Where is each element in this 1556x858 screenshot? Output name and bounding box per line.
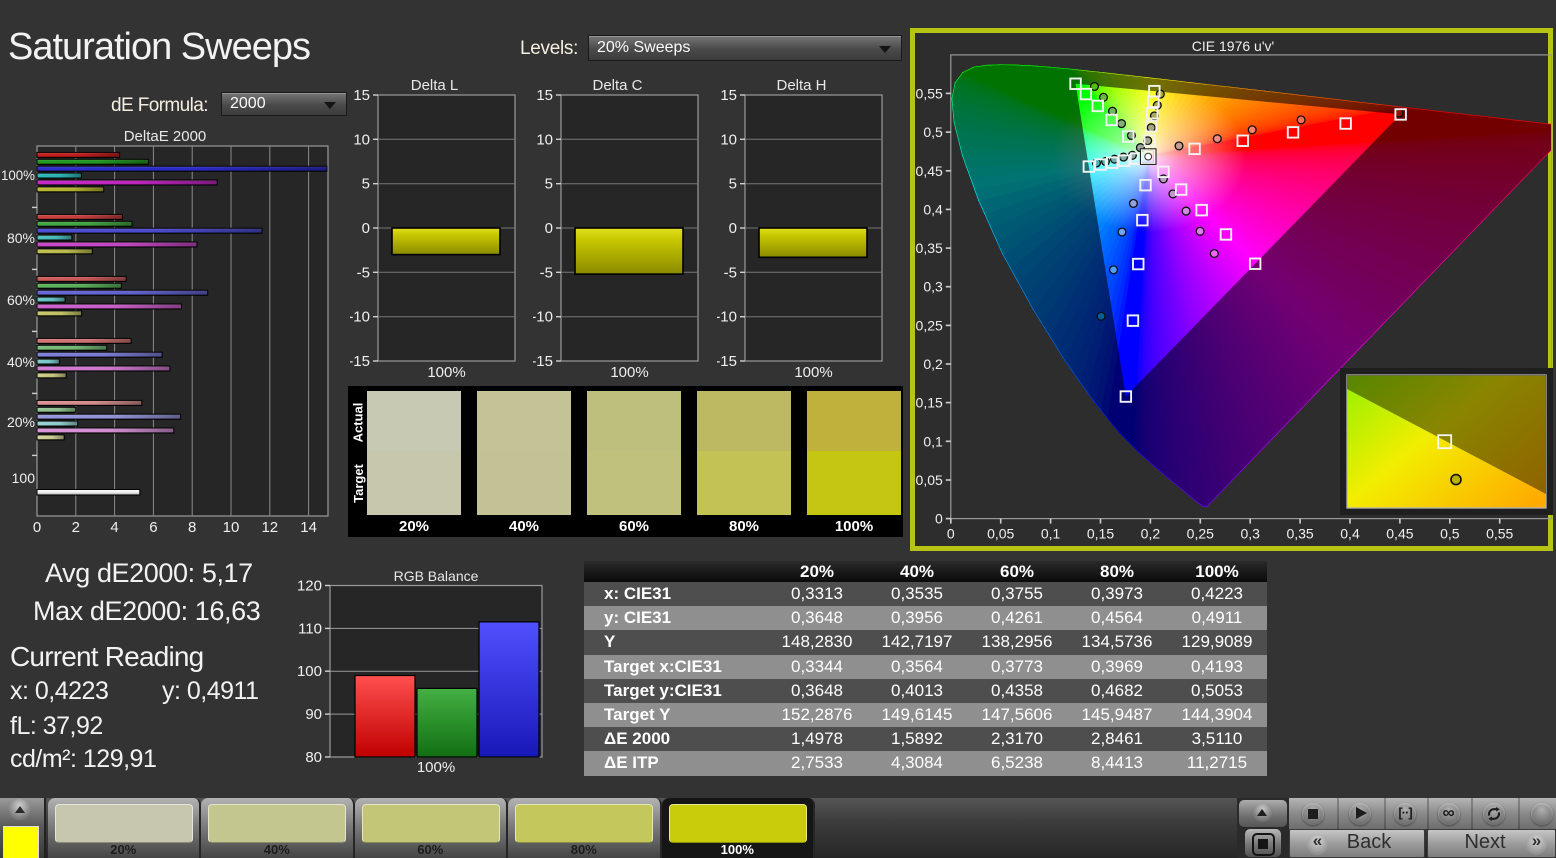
svg-text:100%: 100% bbox=[794, 364, 832, 381]
svg-text:-15: -15 bbox=[533, 353, 553, 370]
svg-text:0,45: 0,45 bbox=[1386, 526, 1413, 542]
svg-text:15: 15 bbox=[536, 87, 553, 104]
svg-text:5: 5 bbox=[729, 176, 737, 193]
svg-text:110: 110 bbox=[298, 620, 322, 637]
svg-text:60%: 60% bbox=[7, 292, 35, 308]
svg-text:-5: -5 bbox=[357, 264, 370, 281]
svg-text:-10: -10 bbox=[350, 309, 370, 326]
svg-text:0: 0 bbox=[545, 220, 553, 237]
svg-text:0,25: 0,25 bbox=[916, 317, 943, 333]
svg-text:20%: 20% bbox=[7, 414, 35, 430]
svg-text:-15: -15 bbox=[350, 353, 370, 370]
svg-text:0,2: 0,2 bbox=[1141, 526, 1161, 542]
svg-text:40%: 40% bbox=[7, 354, 35, 370]
svg-text:0,2: 0,2 bbox=[923, 356, 943, 372]
svg-text:0,5: 0,5 bbox=[1440, 526, 1460, 542]
svg-text:0,1: 0,1 bbox=[1041, 526, 1061, 542]
svg-text:6: 6 bbox=[149, 519, 157, 536]
svg-text:100%: 100% bbox=[1, 167, 35, 183]
svg-text:-10: -10 bbox=[533, 309, 553, 326]
svg-text:-10: -10 bbox=[717, 309, 737, 326]
svg-text:15: 15 bbox=[353, 87, 370, 104]
svg-text:5: 5 bbox=[545, 176, 553, 193]
svg-text:-5: -5 bbox=[540, 264, 553, 281]
svg-text:0,15: 0,15 bbox=[916, 395, 943, 411]
svg-text:0: 0 bbox=[33, 519, 41, 536]
svg-text:10: 10 bbox=[353, 131, 370, 148]
svg-text:Delta H: Delta H bbox=[776, 77, 826, 94]
svg-text:0,05: 0,05 bbox=[987, 526, 1014, 542]
svg-text:0,4: 0,4 bbox=[923, 201, 943, 217]
svg-text:0,15: 0,15 bbox=[1087, 526, 1114, 542]
svg-text:100: 100 bbox=[297, 663, 322, 680]
svg-text:0: 0 bbox=[362, 220, 370, 237]
svg-text:100%: 100% bbox=[610, 364, 648, 381]
svg-text:0,25: 0,25 bbox=[1187, 526, 1214, 542]
svg-text:100%: 100% bbox=[427, 364, 465, 381]
svg-text:Delta C: Delta C bbox=[592, 77, 642, 94]
svg-text:-5: -5 bbox=[724, 264, 737, 281]
svg-text:0,4: 0,4 bbox=[1340, 526, 1360, 542]
svg-text:2: 2 bbox=[72, 519, 80, 536]
svg-text:0,45: 0,45 bbox=[916, 163, 943, 179]
svg-text:RGB Balance: RGB Balance bbox=[394, 568, 479, 584]
svg-text:5: 5 bbox=[362, 176, 370, 193]
svg-text:0,5: 0,5 bbox=[923, 124, 943, 140]
svg-text:90: 90 bbox=[305, 706, 322, 723]
svg-text:0,3: 0,3 bbox=[923, 279, 943, 295]
svg-text:0,1: 0,1 bbox=[923, 433, 943, 449]
svg-text:-15: -15 bbox=[717, 353, 737, 370]
svg-text:15: 15 bbox=[720, 87, 737, 104]
svg-text:80: 80 bbox=[305, 749, 322, 766]
svg-text:0,55: 0,55 bbox=[1486, 526, 1513, 542]
svg-text:100: 100 bbox=[12, 470, 36, 486]
svg-text:100%: 100% bbox=[417, 759, 455, 776]
svg-text:4: 4 bbox=[110, 519, 118, 536]
svg-text:0,55: 0,55 bbox=[916, 85, 943, 101]
svg-text:0,35: 0,35 bbox=[916, 240, 943, 256]
svg-text:0,35: 0,35 bbox=[1286, 526, 1313, 542]
svg-text:0,05: 0,05 bbox=[916, 472, 943, 488]
svg-text:0,3: 0,3 bbox=[1240, 526, 1260, 542]
svg-text:14: 14 bbox=[300, 519, 317, 536]
svg-text:12: 12 bbox=[261, 519, 278, 536]
svg-text:Delta L: Delta L bbox=[411, 77, 459, 94]
svg-text:0: 0 bbox=[729, 220, 737, 237]
svg-text:120: 120 bbox=[297, 578, 322, 595]
svg-text:10: 10 bbox=[536, 131, 553, 148]
svg-text:8: 8 bbox=[188, 519, 196, 536]
svg-text:10: 10 bbox=[223, 519, 240, 536]
svg-text:80%: 80% bbox=[7, 230, 35, 246]
svg-text:0: 0 bbox=[947, 526, 955, 542]
svg-text:0: 0 bbox=[935, 511, 943, 527]
svg-text:10: 10 bbox=[720, 131, 737, 148]
